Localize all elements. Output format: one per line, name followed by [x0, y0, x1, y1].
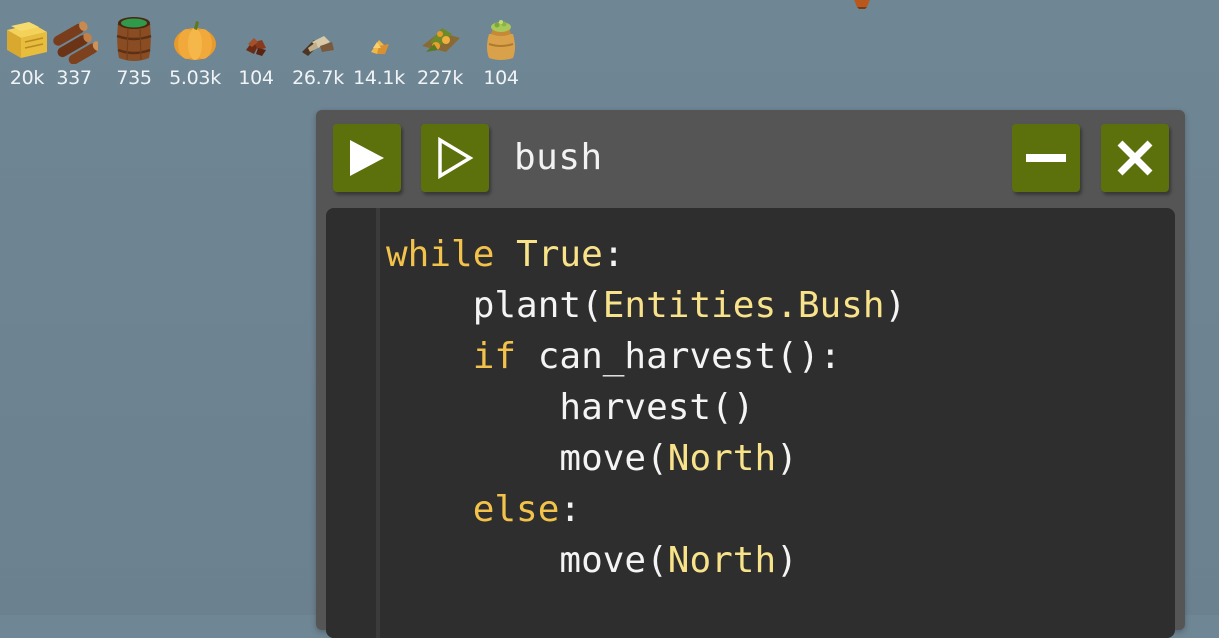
code-token: else — [472, 489, 560, 530]
code-line[interactable]: else: — [386, 484, 906, 535]
resource-count: 5.03k — [169, 67, 221, 89]
resource-count: 735 — [116, 67, 152, 89]
resource-item-pumpkin: 5.03k — [160, 12, 230, 90]
resource-count: 104 — [483, 67, 519, 89]
code-token: : — [602, 234, 625, 275]
code-token: harvest() — [559, 387, 755, 428]
close-button[interactable] — [1101, 124, 1169, 192]
resource-count: 26.7k — [292, 67, 344, 89]
line-gutter — [326, 208, 380, 638]
code-line[interactable]: harvest() — [386, 382, 906, 433]
code-token: move( — [559, 540, 668, 581]
resource-count: 14.1k — [353, 67, 405, 89]
code-token: move( — [559, 438, 668, 479]
code-line[interactable]: if can_harvest(): — [386, 331, 906, 382]
minimize-icon — [1026, 154, 1066, 162]
resource-item-bones: 26.7k — [283, 12, 353, 90]
code-token: North — [667, 438, 777, 479]
step-button[interactable] — [421, 124, 489, 192]
code-token: ) — [776, 540, 798, 581]
code-line[interactable]: plant(Entities.Bush) — [386, 280, 907, 331]
resource-item-weird-substance: 14.1k — [344, 12, 414, 90]
code-token: Entities.Bush — [602, 285, 885, 326]
gold-icon — [422, 28, 460, 52]
play-filled-icon — [350, 140, 384, 176]
code-line[interactable]: move(North) — [386, 535, 906, 586]
water-barrel-icon — [116, 17, 152, 61]
weird-substance-icon — [371, 40, 389, 54]
code-token: : — [559, 489, 582, 530]
wood-logs-icon — [53, 21, 98, 64]
window-title[interactable]: bush — [514, 130, 603, 186]
code-window[interactable]: bush while True: plant(Entities.Bush) if… — [316, 110, 1185, 638]
bones-icon — [302, 36, 334, 56]
close-icon — [1117, 140, 1153, 176]
code-token: ) — [884, 285, 907, 326]
code-line[interactable]: while True: — [386, 229, 906, 280]
resource-count: 104 — [238, 67, 274, 89]
resource-item-cactus: 104 — [221, 12, 291, 90]
code-token: if — [472, 336, 517, 377]
run-button[interactable] — [333, 124, 401, 192]
code-token: can_harvest(): — [516, 336, 842, 377]
play-outline-icon — [438, 136, 474, 180]
minimize-button[interactable] — [1012, 124, 1080, 192]
code-line[interactable]: move(North) — [386, 433, 906, 484]
code-token: True — [516, 234, 603, 275]
code-editor[interactable]: while True: plant(Entities.Bush) if can_… — [326, 208, 1175, 638]
code-token: while — [386, 234, 495, 275]
resource-count: 227k — [416, 67, 464, 89]
code-text[interactable]: while True: plant(Entities.Bush) if can_… — [386, 229, 906, 586]
fertilizer-sack-icon — [487, 20, 515, 60]
code-token: plant( — [472, 285, 603, 326]
code-token: North — [667, 540, 777, 581]
pumpkin-icon — [174, 21, 216, 60]
cactus-icon — [246, 38, 266, 56]
resource-item-gold: 227k — [405, 12, 475, 90]
resource-item-water: 735 — [99, 12, 169, 90]
resource-item-fertilizer: 104 — [466, 12, 536, 90]
partial-object-icon — [851, 0, 873, 9]
code-token: ) — [776, 438, 798, 479]
